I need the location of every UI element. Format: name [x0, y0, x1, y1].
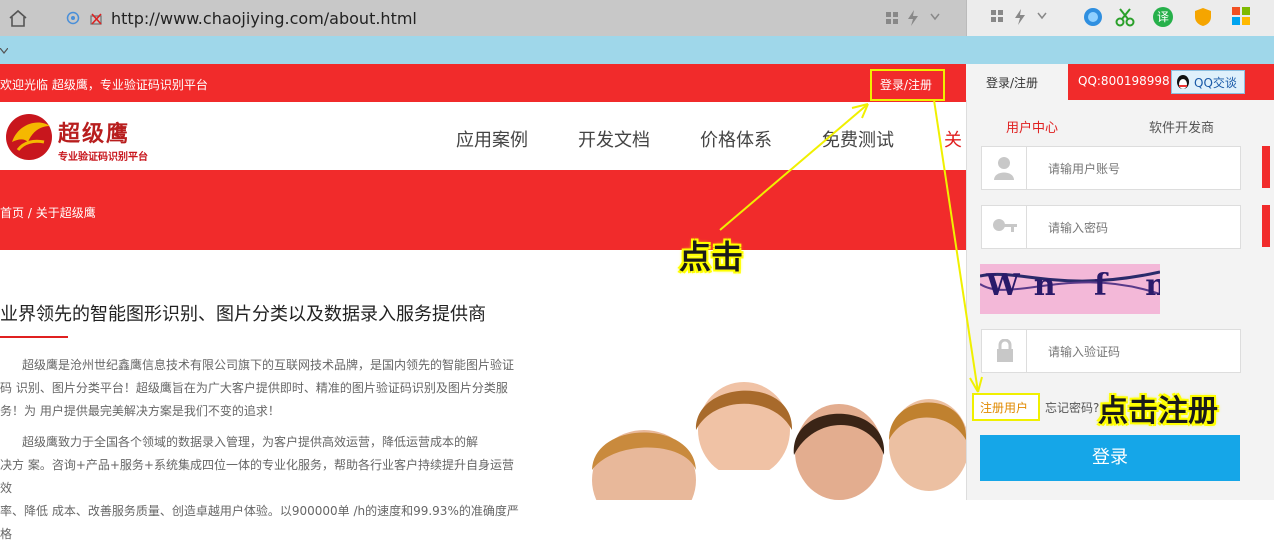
login-highlight-box	[870, 69, 945, 101]
tab-developer[interactable]: 软件开发商	[1149, 117, 1214, 136]
annotation-click-register: 点击注册	[1098, 394, 1218, 429]
lightning-icon[interactable]	[906, 10, 920, 26]
shield-icon[interactable]	[1193, 7, 1213, 27]
chevron-down-icon[interactable]	[1037, 12, 1047, 20]
qq-chat-label: QQ交谈	[1194, 76, 1237, 90]
username-field[interactable]: 请输用户账号	[981, 146, 1241, 190]
page-banner: 首页 / 关于超级鹰	[0, 170, 966, 250]
password-placeholder: 请输入密码	[1048, 221, 1109, 235]
captcha-image[interactable]: Wn f m K	[980, 264, 1160, 314]
qq-penguin-icon	[1177, 75, 1189, 89]
paragraph-line: 务！为 用户提供最完美解决方案是我们不变的追求！	[0, 404, 280, 418]
page-heading: 业界领先的智能图形识别、图片分类以及数据录入服务提供商	[0, 304, 486, 325]
breadcrumb-separator: /	[27, 206, 32, 220]
nav-item-cases[interactable]: 应用案例	[456, 126, 528, 152]
username-accent	[1262, 146, 1270, 188]
paragraph-line: 超级鹰是沧州世纪鑫鹰信息技术有限公司旗下的互联网技术品牌，是国内领先的智能图片验…	[22, 358, 515, 372]
eagle-logo-icon	[6, 114, 52, 160]
intro-paragraph: 超级鹰是沧州世纪鑫鹰信息技术有限公司旗下的互联网技术品牌，是国内领先的智能图片验…	[0, 354, 520, 423]
captcha-text: Wn f m K	[986, 268, 1160, 303]
password-accent	[1262, 205, 1270, 247]
password-field[interactable]: 请输入密码	[981, 205, 1241, 249]
captcha-placeholder: 请输入验证码	[1048, 345, 1121, 359]
paragraph-line: 决方 案。咨询+产品+服务+系统集成四位一体的专业化服务，帮助各行业客户持续提升…	[0, 458, 514, 495]
paragraph-line: 率、降低 成本、改善服务质量、创造卓越用户体验。以900000单 /h的速度和9…	[0, 504, 519, 541]
breadcrumb: 首页 / 关于超级鹰	[0, 204, 96, 221]
apps-grid-icon[interactable]	[991, 10, 1003, 22]
apps-grid-icon[interactable]	[886, 12, 898, 24]
key-icon-cell	[982, 206, 1027, 248]
captcha-field[interactable]: 请输入验证码	[981, 329, 1241, 373]
breadcrumb-current: 关于超级鹰	[35, 206, 96, 220]
nav-item-docs[interactable]: 开发文档	[578, 126, 650, 152]
connection-icon	[66, 11, 80, 25]
key-icon	[993, 219, 1017, 232]
qq-number: QQ:800198998	[1078, 74, 1170, 88]
site-topbar: 欢迎光临 超级鹰，专业验证码识别平台 登录/注册	[0, 64, 966, 102]
browser-toolbar-right: 译	[966, 0, 1274, 36]
welcome-text: 欢迎光临 超级鹰，专业验证码识别平台	[0, 78, 208, 92]
browser-globe-icon[interactable]	[1083, 7, 1103, 27]
scissors-icon[interactable]	[1115, 7, 1135, 27]
services-paragraph: 超级鹰致力于全国各个领域的数据录入管理，为客户提供高效运营，降低运营成本的解 决…	[0, 431, 520, 546]
paragraph-line: 码 识别、图片分类平台！超级鹰旨在为广大客户提供即时、精准的图片验证码识别及图片…	[0, 381, 508, 395]
lock-icon-cell	[982, 330, 1027, 372]
annotation-click: 点击	[679, 238, 744, 276]
lock-icon	[997, 339, 1013, 362]
nav-item-free-test[interactable]: 免费测试	[822, 126, 894, 152]
chevron-down-icon[interactable]	[930, 13, 940, 21]
qq-chat-button[interactable]: QQ交谈	[1171, 70, 1245, 94]
tab-login-register[interactable]: 登录/注册	[966, 64, 1068, 100]
tab-user-center[interactable]: 用户中心	[1006, 117, 1058, 136]
site-logo[interactable]: 超级鹰 专业验证码识别平台	[4, 112, 154, 163]
user-icon	[994, 157, 1014, 180]
bookmarks-bar	[0, 36, 1274, 64]
logo-tagline: 专业验证码识别平台	[58, 152, 148, 163]
login-button[interactable]: 登录	[980, 435, 1240, 481]
lightning-icon[interactable]	[1013, 9, 1027, 25]
browser-address-bar: http://www.chaojiying.com/about.html	[0, 0, 966, 36]
username-placeholder: 请输用户账号	[1048, 162, 1121, 176]
logo-name: 超级鹰	[58, 121, 131, 147]
home-icon[interactable]	[8, 8, 28, 28]
team-photo	[584, 360, 966, 500]
url-text[interactable]: http://www.chaojiying.com/about.html	[111, 9, 417, 28]
nav-item-pricing[interactable]: 价格体系	[700, 126, 772, 152]
register-user-link[interactable]: 注册用户	[980, 399, 1028, 416]
tab-login-register-label: 登录/注册	[986, 76, 1039, 90]
site-header: 超级鹰 专业验证码识别平台 应用案例 开发文档 价格体系 免费测试 关	[0, 102, 966, 170]
nav-item-about[interactable]: 关	[944, 126, 962, 152]
forgot-password-link[interactable]: 忘记密码?	[1045, 399, 1099, 416]
chevron-down-icon[interactable]	[0, 48, 8, 54]
paragraph-line: 超级鹰致力于全国各个领域的数据录入管理，为客户提供高效运营，降低运营成本的解	[22, 435, 479, 449]
user-icon-cell	[982, 147, 1027, 189]
insecure-icon	[90, 13, 102, 25]
heading-underline	[0, 336, 68, 338]
translate-icon[interactable]: 译	[1153, 7, 1173, 27]
windows-apps-icon[interactable]	[1232, 7, 1250, 25]
breadcrumb-home[interactable]: 首页	[0, 206, 24, 220]
